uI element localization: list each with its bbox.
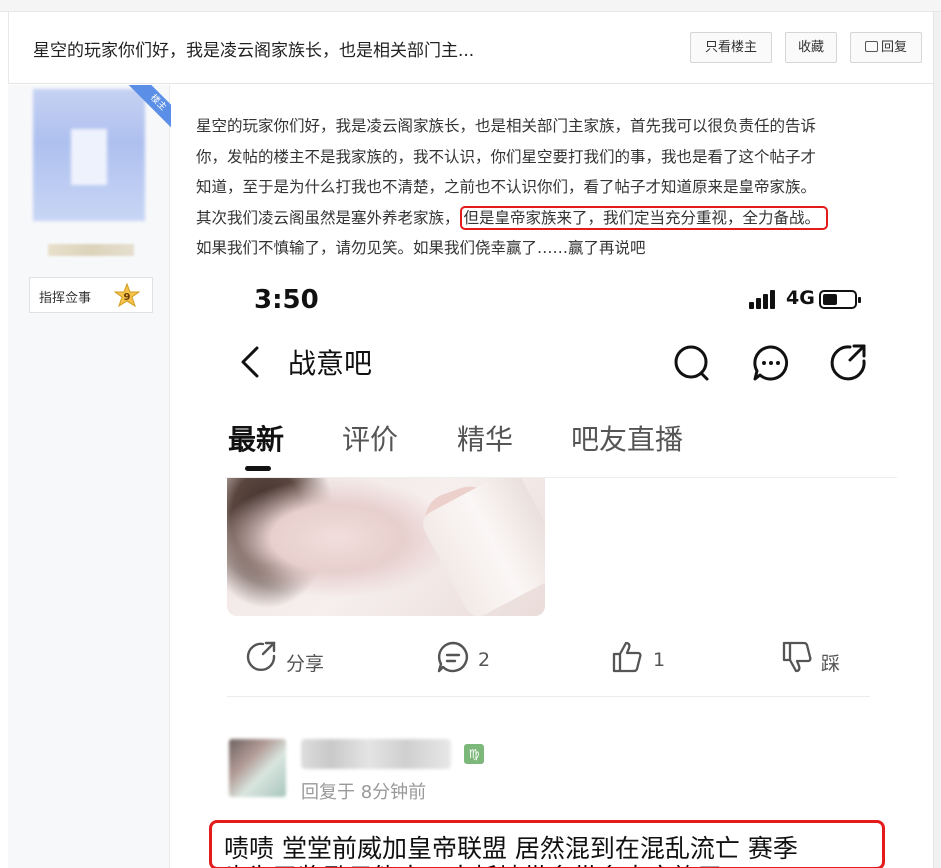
network-type: 4G	[786, 287, 815, 309]
chat-icon	[753, 345, 789, 381]
reply-button[interactable]: 回复	[850, 32, 922, 63]
like-count: 1	[653, 649, 666, 671]
post-line: 你，发帖的楼主不是我家族的，我不认识，你们星空要打我们的事，我也是看了这个帖子才	[196, 147, 817, 166]
commenter-avatar[interactable]	[229, 739, 286, 797]
thread-title: 星空的玩家你们好，我是凌云阁家族长，也是相关部门主...	[33, 41, 475, 61]
tab-featured[interactable]: 精华	[457, 418, 513, 458]
rank-badge: 指挥佥事 9	[29, 277, 153, 313]
tab-reviews[interactable]: 评价	[342, 418, 398, 458]
embedded-screenshot[interactable]: 3:50 4G 战意吧 最新 评价 精华 吧友直播 分享 2 1 踩 ♍ 回复于…	[171, 268, 933, 868]
post-photo[interactable]	[227, 478, 545, 616]
battery-icon	[819, 290, 861, 309]
top-strip	[0, 0, 941, 12]
svg-text:9: 9	[124, 292, 131, 303]
share-label: 分享	[286, 653, 325, 675]
author-name-blurred[interactable]	[48, 244, 134, 256]
tab-live[interactable]: 吧友直播	[571, 418, 683, 458]
back-arrow-icon	[241, 346, 259, 378]
comment-icon	[437, 641, 468, 673]
star-level-icon: 9	[114, 283, 140, 308]
op-ribbon: 楼主	[127, 85, 171, 129]
status-time: 3:50	[254, 285, 319, 315]
favorite-button[interactable]: 收藏	[785, 32, 837, 63]
commenter-name-blurred[interactable]	[301, 739, 451, 769]
divider	[227, 696, 870, 697]
user-level-icon: ♍	[464, 744, 484, 764]
search-icon	[674, 345, 709, 381]
reply-label: 回复	[880, 40, 907, 55]
thread-header: 星空的玩家你们好，我是凌云阁家族长，也是相关部门主... 只看楼主 收藏 回复	[8, 12, 933, 84]
post-body: 星空的玩家你们好，我是凌云阁家族长，也是相关部门主家族，首先我可以很负责任的告诉…	[196, 111, 916, 264]
thumbs-up-icon	[612, 641, 642, 673]
comment-time: 回复于 8分钟前	[301, 782, 427, 803]
rank-title: 指挥佥事	[39, 291, 92, 306]
highlighted-comment: 啧啧 堂堂前威加皇帝联盟 居然混到在混乱流亡 赛季	[209, 820, 885, 868]
post-line: 星空的玩家你们好，我是凌云阁家族长，也是相关部门主家族，首先我可以很负责任的告诉	[196, 117, 817, 135]
comment-text: 啧啧 堂堂前威加皇帝联盟 居然混到在混乱流亡 赛季	[224, 834, 798, 863]
post-line: 知道，至于是为什么打我也不清楚，之前也不认识你们，看了帖子才知道原来是皇帝家族。	[196, 178, 817, 196]
share-icon	[246, 641, 276, 672]
forum-name: 战意吧	[288, 347, 373, 380]
post-line: 如果我们不慎输了，请勿见笑。如果我们侥幸赢了……赢了再说吧	[196, 239, 646, 257]
thumbs-down-icon	[782, 641, 812, 673]
signal-icon	[749, 289, 783, 309]
share-icon	[830, 344, 866, 381]
dislike-label: 踩	[821, 653, 841, 675]
post-line: 其次我们凌云阁虽然是塞外养老家族， 但是皇帝家族来了，我们定当充分重视，全力备战。	[196, 203, 916, 234]
comment-count: 2	[478, 649, 491, 671]
only-op-button[interactable]: 只看楼主	[690, 32, 772, 63]
tab-latest[interactable]: 最新	[228, 418, 284, 458]
tab-indicator	[245, 466, 271, 471]
highlighted-phrase: 但是皇帝家族来了，我们定当充分重视，全力备战。	[459, 205, 829, 230]
reply-icon	[864, 41, 878, 52]
scroll-gutter	[933, 12, 941, 868]
author-panel: 楼主 指挥佥事 9	[8, 85, 171, 868]
